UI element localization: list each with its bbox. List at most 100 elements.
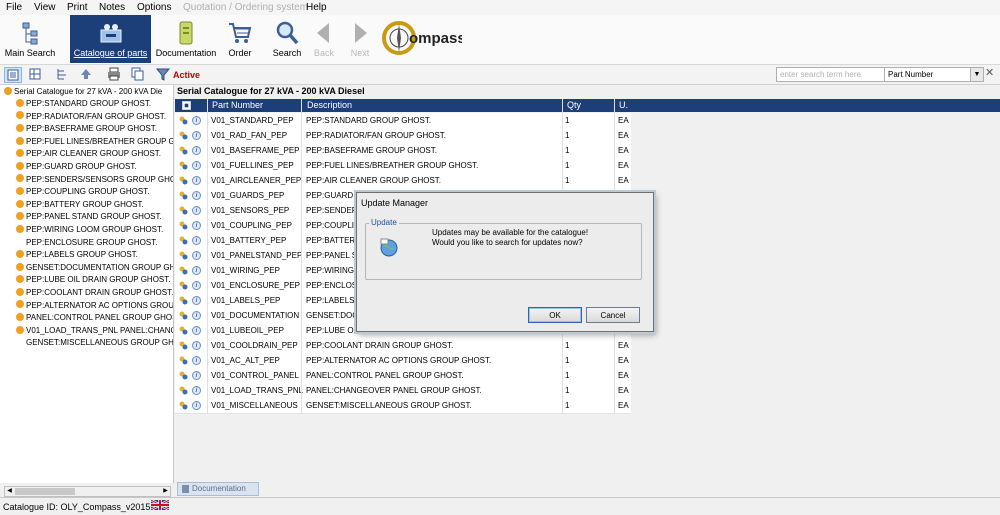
scroll-left-icon[interactable]: ◀ (5, 487, 14, 496)
expand-icon[interactable] (16, 250, 24, 259)
select-all-icon[interactable] (182, 101, 191, 110)
expand-icon[interactable] (16, 111, 24, 120)
tree-root[interactable]: Serial Catalogue for 27 kVA - 200 kVA Di… (4, 86, 162, 98)
tree-horizontal-scrollbar[interactable]: ◀ ▶ (4, 486, 171, 497)
tree-item[interactable]: PEP:BATTERY GROUP GHOST. (16, 199, 144, 211)
link-parts-icon[interactable] (179, 251, 188, 260)
link-parts-icon[interactable] (179, 116, 188, 125)
link-parts-icon[interactable] (179, 386, 188, 395)
expand-icon[interactable] (16, 161, 24, 170)
info-icon[interactable]: i (192, 221, 201, 230)
tree-item[interactable]: PEP:SENDERS/SENSORS GROUP GHOS (16, 174, 173, 186)
expand-icon[interactable] (16, 338, 24, 346)
tree-item[interactable]: PEP:BASEFRAME GROUP GHOST. (16, 123, 157, 135)
info-icon[interactable]: i (192, 251, 201, 260)
tree-item[interactable]: PEP:AIR CLEANER GROUP GHOST. (16, 148, 161, 160)
info-icon[interactable]: i (192, 161, 201, 170)
expand-icon[interactable] (16, 136, 24, 145)
expand-icon[interactable] (16, 275, 24, 284)
link-parts-icon[interactable] (179, 281, 188, 290)
link-parts-icon[interactable] (179, 401, 188, 410)
info-icon[interactable]: i (192, 146, 201, 155)
order-button[interactable]: Order (222, 15, 258, 63)
tree-item[interactable]: PEP:ENCLOSURE GROUP GHOST. (16, 237, 157, 249)
info-icon[interactable]: i (192, 191, 201, 200)
info-icon[interactable]: i (192, 131, 201, 140)
ok-button[interactable]: OK (528, 307, 582, 323)
info-icon[interactable]: i (192, 206, 201, 215)
main-search-button[interactable]: Main Search (2, 15, 58, 63)
menu-notes[interactable]: Notes (99, 2, 125, 13)
wrench-icon[interactable]: ✕ (985, 67, 997, 79)
info-icon[interactable]: i (192, 296, 201, 305)
menu-help[interactable]: Help (306, 2, 327, 13)
tree-item[interactable]: PEP:FUEL LINES/BREATHER GROUP GH (16, 136, 173, 148)
expand-icon[interactable] (16, 300, 24, 309)
tree-item[interactable]: PEP:STANDARD GROUP GHOST. (16, 98, 151, 110)
level-up-icon[interactable] (78, 67, 94, 81)
link-parts-icon[interactable] (179, 371, 188, 380)
expand-icon[interactable] (16, 124, 24, 133)
header-part-number[interactable]: Part Number (212, 100, 263, 110)
expand-icon[interactable] (16, 313, 24, 322)
tree-item[interactable]: PEP:LABELS GROUP GHOST. (16, 249, 138, 261)
expand-icon[interactable] (16, 98, 24, 107)
link-parts-icon[interactable] (179, 131, 188, 140)
menu-print[interactable]: Print (67, 2, 88, 13)
expand-icon[interactable] (16, 237, 24, 245)
link-parts-icon[interactable] (179, 311, 188, 320)
link-parts-icon[interactable] (179, 236, 188, 245)
menu-options[interactable]: Options (137, 2, 171, 13)
info-icon[interactable]: i (192, 371, 201, 380)
copy-icon[interactable] (129, 67, 145, 81)
documentation-tab[interactable]: Documentation (177, 482, 259, 496)
expand-icon[interactable] (16, 325, 24, 334)
expand-icon[interactable] (4, 86, 12, 95)
search-input[interactable]: enter search term here (776, 67, 886, 82)
search-button[interactable]: Search (270, 15, 304, 63)
print-icon[interactable] (106, 67, 122, 81)
list-view-icon[interactable] (4, 67, 22, 83)
scroll-right-icon[interactable]: ▶ (161, 487, 170, 496)
link-parts-icon[interactable] (179, 341, 188, 350)
expand-icon[interactable] (16, 199, 24, 208)
expand-icon[interactable] (16, 212, 24, 221)
expand-icon[interactable] (16, 224, 24, 233)
expand-icon[interactable] (16, 174, 24, 183)
expand-icon[interactable] (16, 287, 24, 296)
link-parts-icon[interactable] (179, 161, 188, 170)
cancel-button[interactable]: Cancel (586, 307, 640, 323)
link-parts-icon[interactable] (179, 176, 188, 185)
link-parts-icon[interactable] (179, 206, 188, 215)
link-parts-icon[interactable] (179, 326, 188, 335)
detail-view-icon[interactable] (27, 67, 43, 81)
back-button[interactable]: Back (310, 15, 338, 63)
tree-item[interactable]: PEP:WIRING LOOM GROUP GHOST. (16, 224, 163, 236)
info-icon[interactable]: i (192, 116, 201, 125)
info-icon[interactable]: i (192, 386, 201, 395)
search-field-select[interactable]: Part Number ▼ (884, 67, 984, 82)
tree-item[interactable]: GENSET:MISCELLANEOUS GROUP GHC (16, 337, 173, 349)
link-parts-icon[interactable] (179, 266, 188, 275)
expand-icon[interactable] (16, 187, 24, 196)
info-icon[interactable]: i (192, 326, 201, 335)
link-parts-icon[interactable] (179, 146, 188, 155)
info-icon[interactable]: i (192, 266, 201, 275)
catalogue-of-parts-button[interactable]: Catalogue of parts (70, 15, 151, 63)
chevron-down-icon[interactable]: ▼ (970, 68, 983, 81)
link-parts-icon[interactable] (179, 296, 188, 305)
tree-item[interactable]: PEP:COOLANT DRAIN GROUP GHOST. (16, 287, 173, 299)
scroll-thumb[interactable] (15, 488, 75, 495)
info-icon[interactable]: i (192, 401, 201, 410)
info-icon[interactable]: i (192, 311, 201, 320)
link-parts-icon[interactable] (179, 221, 188, 230)
info-icon[interactable]: i (192, 176, 201, 185)
expand-icon[interactable] (16, 149, 24, 158)
next-button[interactable]: Next (346, 15, 374, 63)
info-icon[interactable]: i (192, 236, 201, 245)
tree-collapse-icon[interactable] (55, 67, 71, 81)
tree-item[interactable]: PEP:PANEL STAND GROUP GHOST. (16, 211, 162, 223)
tree-item[interactable]: PEP:LUBE OIL DRAIN GROUP GHOST. (16, 274, 170, 286)
filter-icon[interactable] (155, 67, 171, 81)
expand-icon[interactable] (16, 262, 24, 271)
